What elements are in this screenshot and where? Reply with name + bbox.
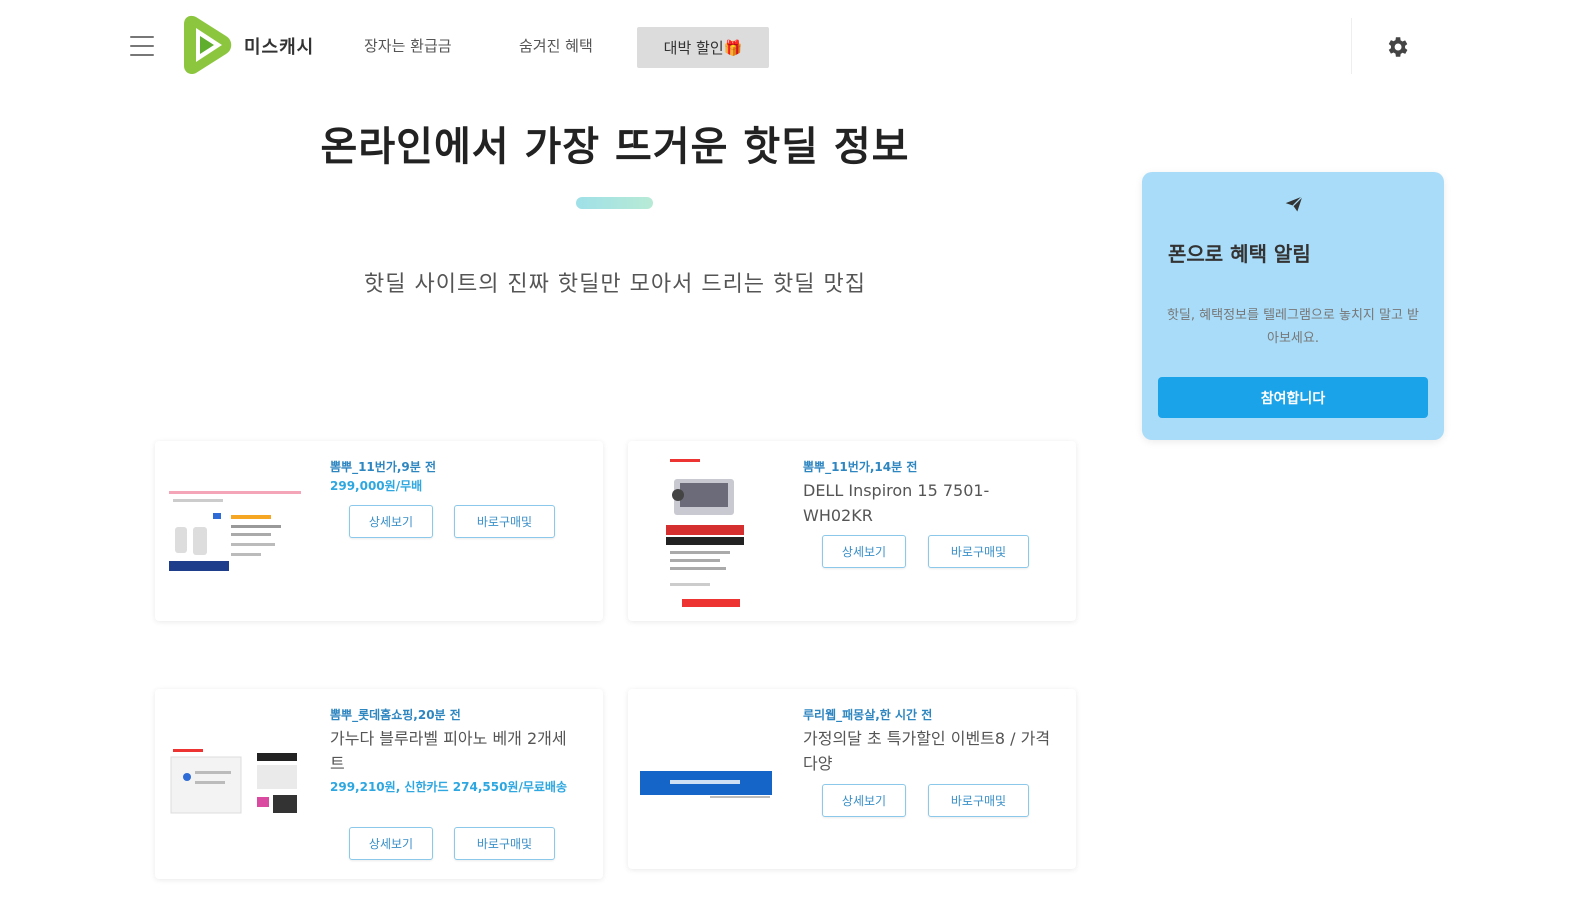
product-thumbnail[interactable] — [640, 771, 772, 799]
deal-price: 299,000원/무배 — [330, 479, 423, 493]
deal-title[interactable]: 가정의달 초 특가할인 이벤트8 / 가격 다양 — [803, 726, 1053, 776]
deal-source: 루리웹_패몽살,한 시간 전 — [803, 708, 933, 722]
hero-subtitle: 핫딜 사이트의 진짜 핫딜만 모아서 드리는 핫딜 맛집 — [364, 272, 866, 297]
deal-source: 뽐뿌_11번가,9분 전 — [330, 460, 437, 474]
nav-refund[interactable]: 장자는 환급금 — [364, 35, 452, 56]
buy-now-button[interactable]: 바로구매및 — [454, 827, 555, 860]
product-thumbnail[interactable] — [169, 745, 301, 823]
buy-now-button[interactable]: 바로구매및 — [928, 535, 1029, 568]
deal-source: 뽐뿌_롯데홈쇼핑,20분 전 — [330, 708, 461, 722]
nav-big-sale[interactable]: 대박 할인🎁 — [637, 27, 769, 68]
detail-button[interactable]: 상세보기 — [349, 505, 433, 538]
menu-icon[interactable] — [130, 36, 154, 56]
brand-logo[interactable] — [176, 14, 236, 76]
deal-card[interactable]: 뽐뿌_11번가,9분 전 299,000원/무배 상세보기 바로구매및 — [155, 441, 603, 621]
detail-button[interactable]: 상세보기 — [822, 535, 906, 568]
buy-now-button[interactable]: 바로구매및 — [454, 505, 555, 538]
join-button[interactable]: 참여합니다 — [1158, 377, 1428, 418]
product-thumbnail[interactable] — [169, 487, 301, 581]
hero-accent-bar — [576, 197, 653, 209]
gear-icon[interactable] — [1384, 34, 1410, 60]
header-divider — [1351, 18, 1352, 74]
telegram-promo-card: 폰으로 혜택 알림 핫딜, 혜택정보를 텔레그램으로 놓치지 말고 받아보세요.… — [1142, 172, 1444, 440]
paper-plane-icon — [1285, 196, 1303, 212]
deal-source: 뽐뿌_11번가,14분 전 — [803, 460, 918, 474]
promo-description: 핫딜, 혜택정보를 텔레그램으로 놓치지 말고 받아보세요. — [1166, 308, 1420, 346]
deal-price: 299,210원, 신한카드 274,550원/무료배송 — [330, 780, 568, 794]
product-thumbnail[interactable] — [666, 455, 748, 609]
top-header: 미스캐시 장자는 환급금 숨겨진 혜택 대박 할인🎁 — [0, 0, 1584, 94]
deal-card[interactable]: 뽐뿌_11번가,14분 전 DELL Inspiron 15 7501-WH02… — [628, 441, 1076, 621]
deal-card[interactable]: 루리웹_패몽살,한 시간 전 가정의달 초 특가할인 이벤트8 / 가격 다양 … — [628, 689, 1076, 869]
deal-card[interactable]: 뽐뿌_롯데홈쇼핑,20분 전 가누다 블루라벨 피아노 베개 2개세트 299,… — [155, 689, 603, 879]
hero-title: 온라인에서 가장 뜨거운 핫딜 정보 — [320, 124, 910, 170]
detail-button[interactable]: 상세보기 — [822, 784, 906, 817]
detail-button[interactable]: 상세보기 — [349, 827, 433, 860]
buy-now-button[interactable]: 바로구매및 — [928, 784, 1029, 817]
promo-title: 폰으로 혜택 알림 — [1168, 242, 1311, 266]
brand-name[interactable]: 미스캐시 — [244, 33, 314, 59]
deal-title[interactable]: DELL Inspiron 15 7501-WH02KR — [803, 478, 1023, 528]
deal-title[interactable]: 가누다 블루라벨 피아노 베개 2개세트 — [330, 726, 580, 776]
nav-hidden-benefits[interactable]: 숨겨진 혜택 — [519, 35, 593, 56]
